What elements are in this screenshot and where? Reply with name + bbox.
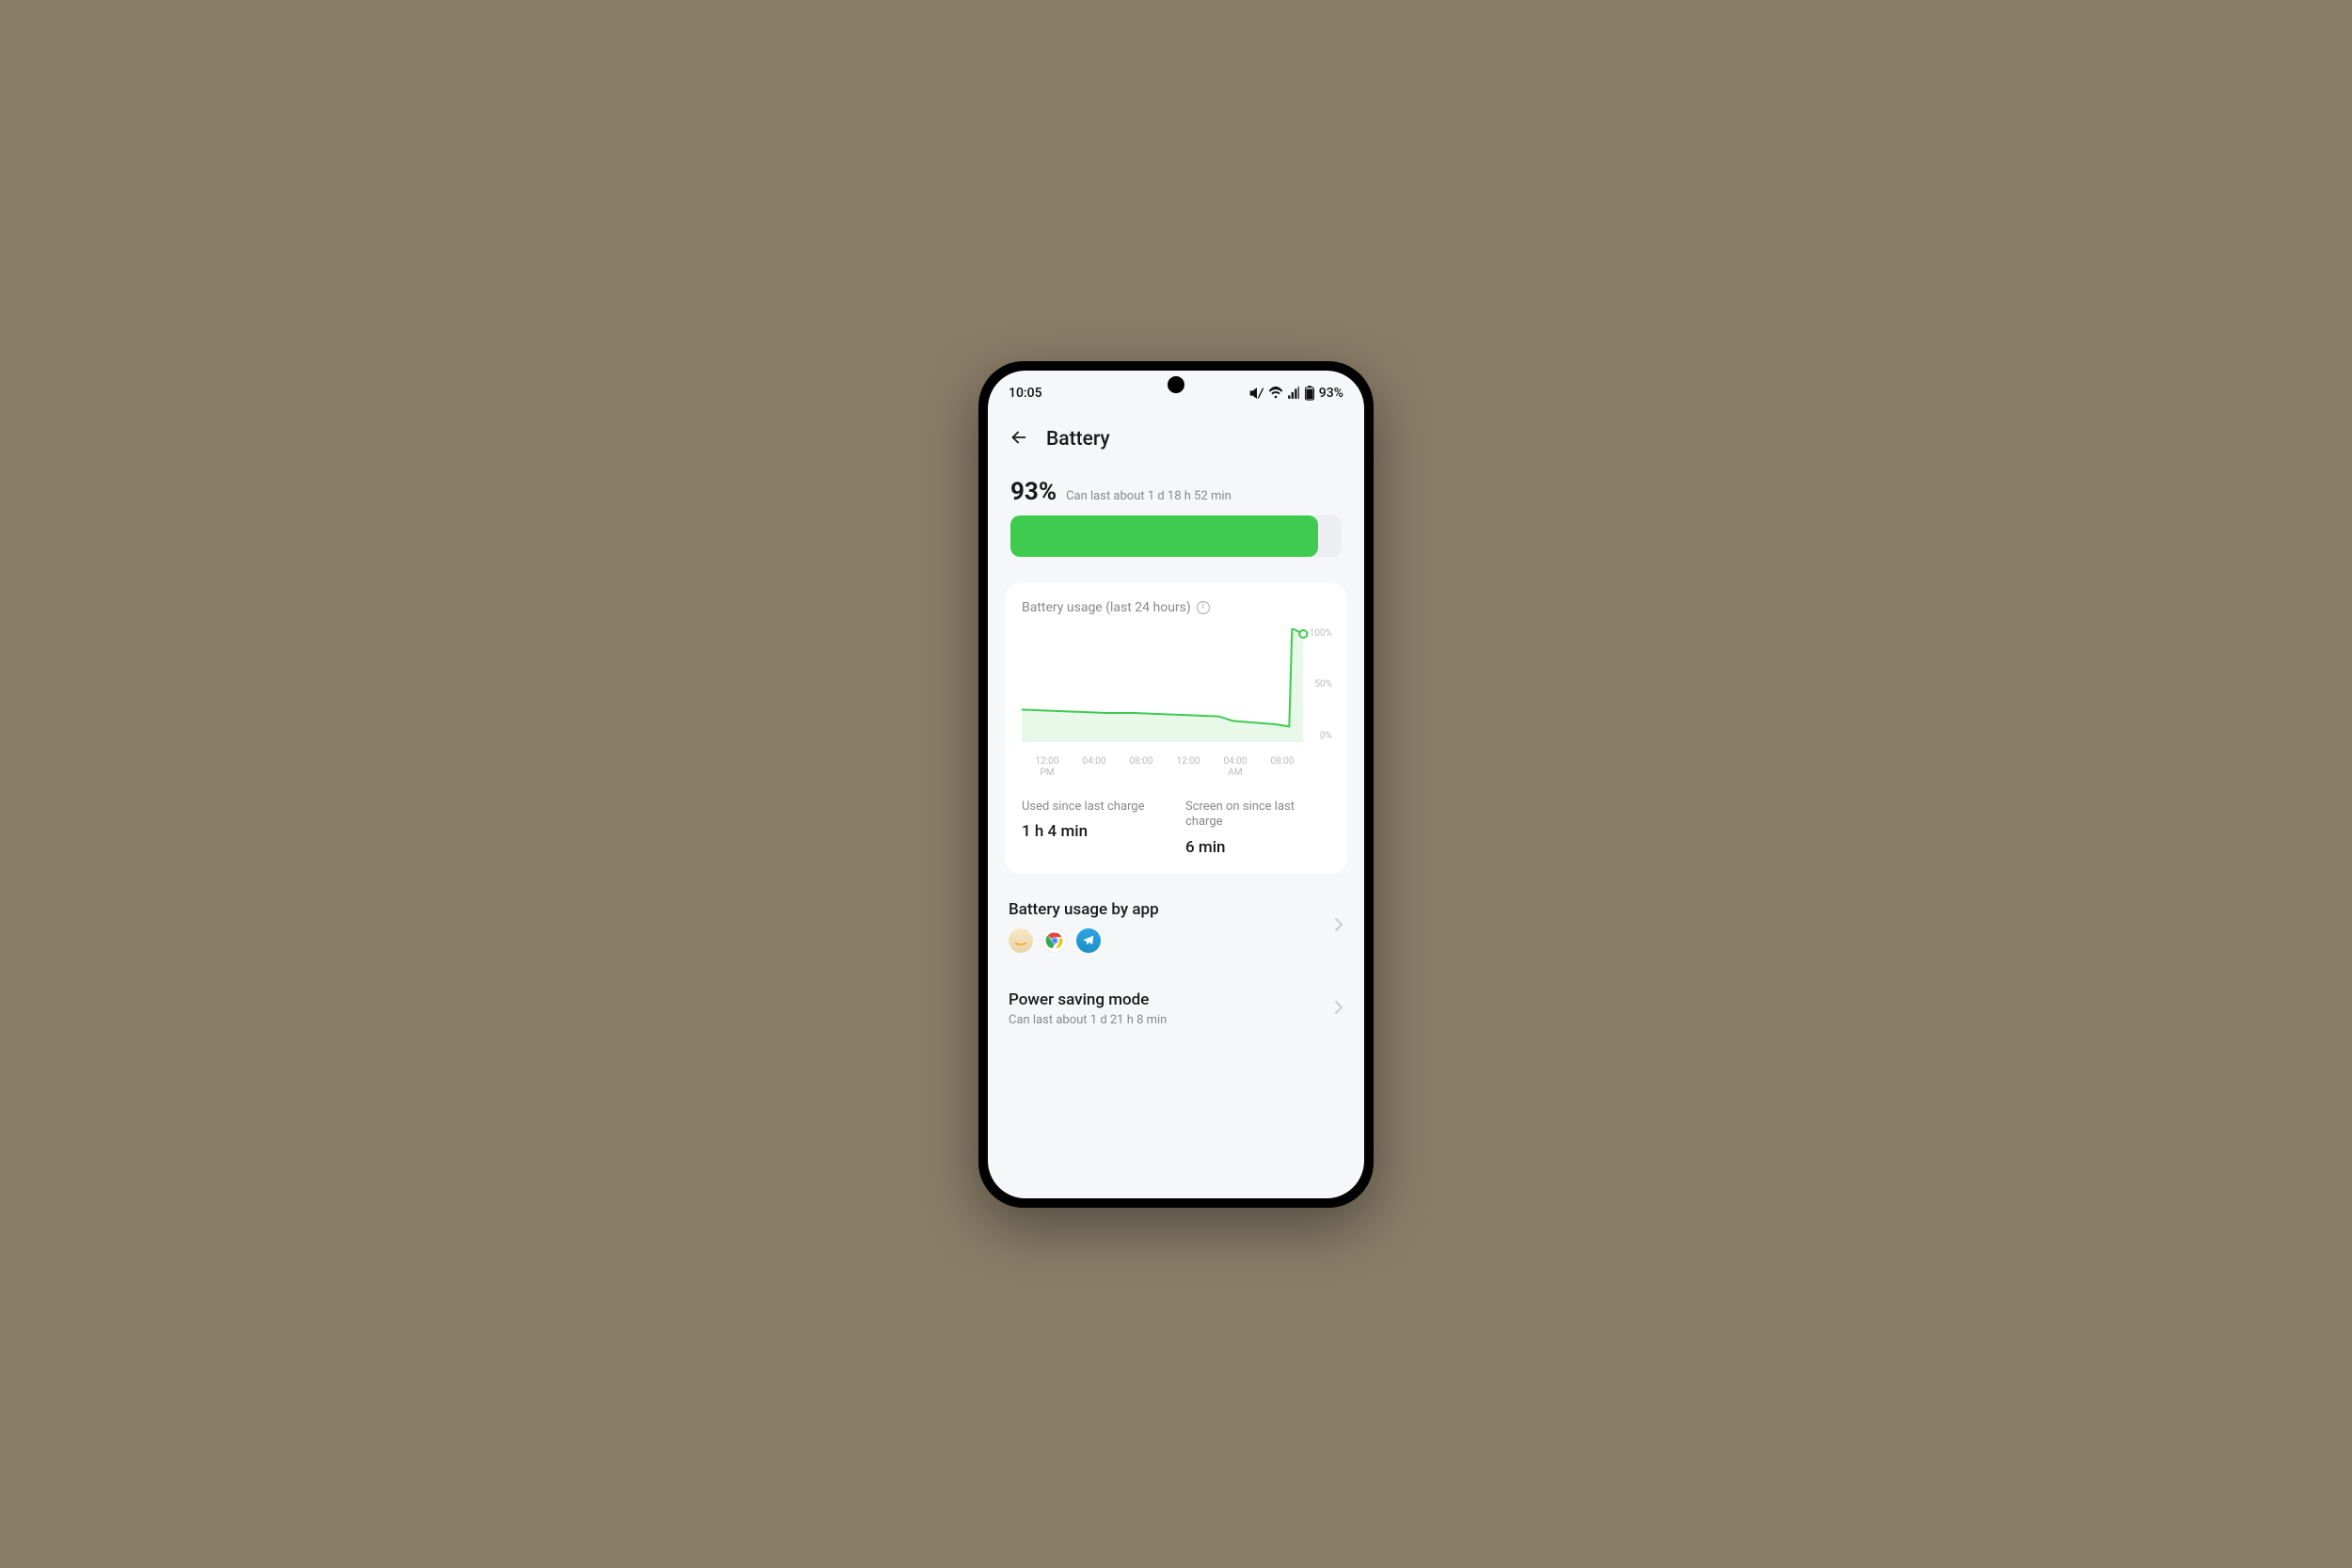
content-scroll[interactable]: 93% Can last about 1 d 18 h 52 min Batte… [988,465,1364,1198]
chart-x-labels: 12:00 PM04:0008:0012:0004:00 AM08:00 [1022,751,1330,779]
page-title: Battery [1046,428,1110,451]
app-icon-list [1009,928,1159,953]
app-icon-telegram [1076,928,1101,953]
battery-summary: 93% Can last about 1 d 18 h 52 min [1005,465,1347,566]
signal-icon [1287,387,1300,400]
chevron-right-icon [1334,917,1343,936]
info-icon[interactable]: i [1197,601,1210,614]
battery-percentage: 93% [1010,478,1057,506]
mute-icon [1249,386,1264,401]
battery-status-icon [1304,386,1315,401]
battery-progress-bar [1010,515,1342,557]
app-icon-amazon [1009,928,1033,953]
battery-usage-by-app-row[interactable]: Battery usage by app [1005,881,1347,958]
battery-usage-card[interactable]: Battery usage (last 24 hours) i 100%50%0… [1005,583,1347,875]
battery-progress-fill [1010,515,1318,557]
phone-frame: 10:05 93% Battery [978,361,1374,1208]
screen: 10:05 93% Battery [988,371,1364,1198]
chevron-right-icon [1334,1000,1343,1019]
screen-on-since-charge: Screen on since last charge 6 min [1185,800,1330,858]
battery-estimate: Can last about 1 d 18 h 52 min [1066,489,1232,503]
wifi-icon [1268,386,1283,401]
status-indicators: 93% [1249,386,1343,401]
used-since-charge: Used since last charge 1 h 4 min [1022,800,1167,858]
power-saving-mode-row[interactable]: Power saving mode Can last about 1 d 21 … [1005,972,1347,1027]
app-icon-chrome [1042,928,1067,953]
used-label: Used since last charge [1022,800,1167,816]
status-time: 10:05 [1009,386,1042,401]
back-button[interactable] [1009,427,1029,451]
camera-punch-hole [1168,376,1184,393]
used-value: 1 h 4 min [1022,822,1167,841]
screen-on-label: Screen on since last charge [1185,800,1330,832]
battery-chart-svg [1022,628,1330,751]
page-header: Battery [988,408,1364,465]
apps-title: Battery usage by app [1009,900,1159,919]
screen-on-value: 6 min [1185,838,1330,857]
power-saving-subtitle: Can last about 1 d 21 h 8 min [1009,1013,1167,1027]
battery-chart[interactable]: 100%50%0% [1022,628,1330,751]
usage-card-title: Battery usage (last 24 hours) [1022,600,1191,615]
status-battery-text: 93% [1319,386,1343,401]
power-saving-title: Power saving mode [1009,990,1167,1009]
chart-y-labels: 100%50%0% [1310,628,1332,741]
